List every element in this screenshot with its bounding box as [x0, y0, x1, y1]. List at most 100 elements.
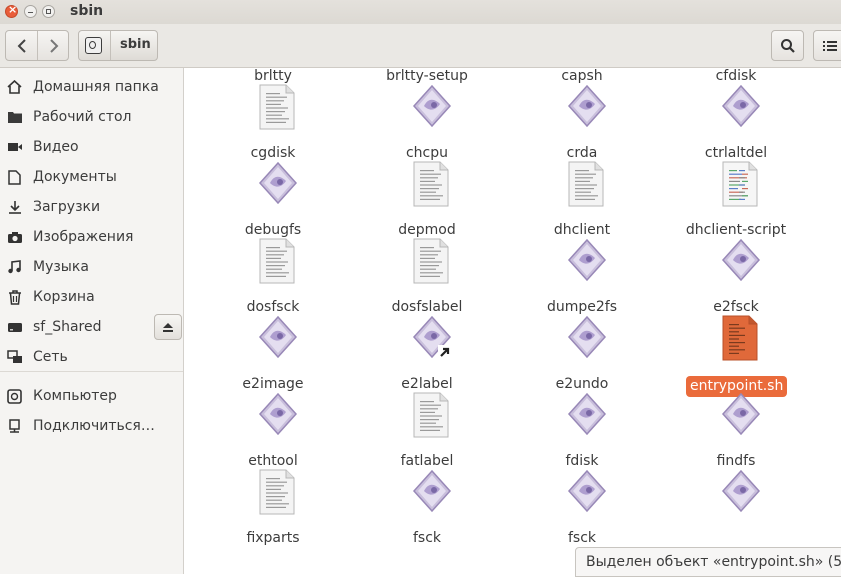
document-icon [6, 169, 23, 185]
executable-file-icon [258, 315, 298, 361]
connect-server-icon [6, 418, 23, 434]
file-name-label: fatlabel [400, 453, 454, 469]
executable-file-icon [567, 238, 607, 284]
file-name-label: cgdisk [250, 145, 296, 161]
text-file-icon [412, 392, 450, 438]
maximize-window-button[interactable] [42, 5, 55, 18]
file-name-label: chcpu [405, 145, 449, 161]
file-name-label: cfdisk [715, 68, 757, 84]
text-file-icon [412, 161, 450, 207]
executable-file-icon [567, 84, 607, 130]
sidebar-item-computer[interactable]: Компьютер [0, 382, 183, 410]
text-file-icon [567, 161, 605, 207]
video-icon [6, 139, 23, 155]
drive-icon [6, 319, 23, 335]
close-window-button[interactable] [5, 3, 18, 18]
camera-icon [6, 229, 23, 245]
path-separator [110, 31, 111, 60]
back-button[interactable] [6, 31, 38, 60]
file-name-label: crda [566, 145, 598, 161]
file-name-label: ethtool [248, 453, 298, 469]
list-view-icon [823, 40, 837, 51]
status-text: Выделен объект «entrypoint.sh» (5,0 [586, 554, 841, 570]
sidebar-item-label: Изображения [33, 229, 134, 245]
executable-file-icon [412, 84, 452, 130]
eject-button[interactable] [154, 314, 182, 340]
home-icon [6, 79, 23, 95]
executable-file-icon [567, 469, 607, 515]
network-icon [6, 349, 23, 365]
sidebar-item-videos[interactable]: Видео [0, 133, 183, 161]
sidebar-item-label: Компьютер [33, 388, 117, 404]
shell-script-icon [721, 315, 759, 361]
file-name-label: fsck [567, 530, 597, 546]
minimize-window-button[interactable] [24, 5, 37, 18]
sidebar-item-documents[interactable]: Документы [0, 163, 183, 191]
sidebar-item-label: Документы [33, 169, 117, 185]
sidebar-item-desktop[interactable]: Рабочий стол [0, 103, 183, 131]
executable-file-icon [721, 238, 761, 284]
sidebar-item-label: Загрузки [33, 199, 101, 215]
search-button[interactable] [771, 30, 804, 61]
file-name-label: dosfslabel [391, 299, 463, 315]
file-grid: brltty brltty-setup capsh cfdisk cgdisk chcpu… [189, 68, 841, 574]
sidebar-item-label: Рабочий стол [33, 109, 132, 125]
text-file-icon [412, 238, 450, 284]
sidebar-item-label: Музыка [33, 259, 89, 275]
file-name-label: depmod [398, 222, 456, 238]
file-name-label: brltty-setup [386, 68, 468, 84]
sidebar-item-label: sf_Shared [33, 319, 102, 335]
toolbar: sbin [0, 24, 841, 68]
text-file-icon [258, 84, 296, 130]
sidebar-item-connect-server[interactable]: Подключиться… [0, 412, 183, 440]
window-title: sbin [70, 3, 104, 19]
search-icon [780, 38, 795, 53]
view-options-button[interactable] [813, 30, 841, 61]
status-bar: Выделен объект «entrypoint.sh» (5,0 [575, 547, 841, 577]
navigation-buttons [5, 30, 69, 61]
desktop-folder-icon [6, 109, 23, 125]
eject-icon [163, 322, 173, 332]
file-name-label: dhclient [553, 222, 611, 238]
sidebar-divider [0, 371, 183, 372]
sidebar-item-home[interactable]: Домашняя папка [0, 73, 183, 101]
file-name-label: fsck [412, 530, 442, 546]
file-name-label: dhclient-script [685, 222, 787, 238]
file-name-label: fdisk [565, 453, 599, 469]
title-bar: sbin [0, 0, 841, 24]
text-file-icon [258, 238, 296, 284]
executable-file-icon [721, 469, 761, 515]
file-name-label: e2label [401, 376, 453, 392]
sidebar-item-label: Подключиться… [33, 418, 155, 434]
file-name-label: e2undo [555, 376, 609, 392]
sidebar-item-downloads[interactable]: Загрузки [0, 193, 183, 221]
executable-file-icon [258, 392, 298, 438]
sidebar: Домашняя папка Рабочий стол Видео Докуме… [0, 68, 184, 574]
file-name-label: e2image [242, 376, 304, 392]
forward-button[interactable] [38, 31, 69, 60]
sidebar-item-trash[interactable]: Корзина [0, 283, 183, 311]
sidebar-item-pictures[interactable]: Изображения [0, 223, 183, 251]
executable-file-icon [567, 392, 607, 438]
file-name-label: e2fsck [713, 299, 759, 315]
file-name-label: fixparts [246, 530, 300, 546]
sidebar-item-label: Сеть [33, 349, 68, 365]
sidebar-item-sf-shared[interactable]: sf_Shared [0, 313, 183, 341]
trash-icon [6, 289, 23, 305]
sidebar-item-music[interactable]: Музыка [0, 253, 183, 281]
sidebar-item-label: Корзина [33, 289, 95, 305]
sidebar-item-label: Домашняя папка [33, 79, 159, 95]
path-bar-button[interactable]: sbin [78, 30, 158, 61]
file-item[interactable]: fixparts [198, 469, 348, 571]
file-name-label: dosfsck [246, 299, 300, 315]
chevron-right-icon [49, 38, 58, 53]
drive-icon [85, 37, 102, 54]
executable-file-icon [258, 161, 298, 207]
sidebar-item-label: Видео [33, 139, 79, 155]
executable-file-icon [721, 392, 761, 438]
chevron-left-icon [17, 38, 26, 53]
sidebar-item-network[interactable]: Сеть [0, 343, 183, 371]
file-item[interactable]: fsck [352, 469, 502, 571]
file-name-label: ctrlaltdel [704, 145, 768, 161]
executable-file-icon [567, 315, 607, 361]
